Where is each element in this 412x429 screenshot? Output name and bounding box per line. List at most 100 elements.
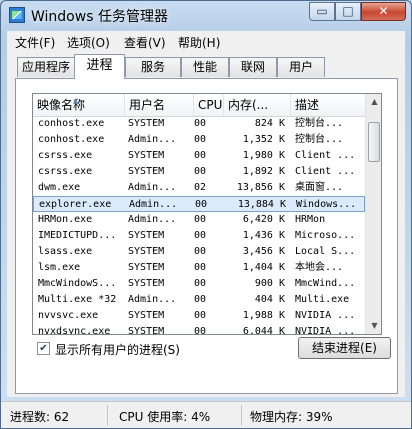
- cell-description: Client ...: [295, 166, 356, 177]
- cell-user-name: Admin...: [128, 294, 177, 305]
- cell-cpu: 00: [194, 134, 207, 145]
- table-row[interactable]: csrss.exe SYSTEM 00 1,892 K Client ...: [33, 164, 365, 180]
- status-divider: [107, 405, 108, 425]
- cell-user-name: SYSTEM: [128, 230, 165, 241]
- cell-memory: 3,456 K: [242, 246, 285, 257]
- task-manager-icon: [9, 7, 25, 23]
- show-all-processes-checkbox[interactable]: ✔: [37, 342, 50, 355]
- table-row[interactable]: conhost.exe Admin... 00 1,352 K 控制台...: [33, 132, 365, 148]
- cell-memory: 1,436 K: [242, 230, 285, 241]
- table-row[interactable]: dwm.exe Admin... 02 13,856 K 桌面窗...: [33, 180, 365, 196]
- cell-memory: 6,420 K: [242, 214, 285, 225]
- cell-image-name: lsm.exe: [38, 262, 81, 273]
- tab-applications[interactable]: 应用程序: [17, 57, 75, 77]
- cell-image-name: lsass.exe: [38, 246, 93, 257]
- cell-cpu: 00: [195, 199, 208, 210]
- tab-performance[interactable]: 性能: [181, 57, 229, 77]
- maximize-button[interactable]: □: [335, 2, 361, 21]
- cell-memory: 900 K: [254, 278, 285, 289]
- table-row[interactable]: conhost.exe SYSTEM 00 824 K 控制台...: [33, 116, 365, 132]
- menu-file[interactable]: 文件(F): [15, 34, 55, 51]
- cell-user-name: SYSTEM: [128, 262, 165, 273]
- status-divider: [241, 405, 242, 425]
- cell-image-name: nvxdsync.exe: [38, 326, 111, 335]
- process-list[interactable]: 映像名称 ▲ 用户名 CPU 内存(... 描述 conhost.exe SYST…: [32, 93, 382, 335]
- cell-user-name: Admin...: [128, 134, 177, 145]
- scroll-up-icon[interactable]: ▲: [367, 94, 381, 110]
- table-row[interactable]: csrss.exe SYSTEM 00 1,980 K Client ...: [33, 148, 365, 164]
- cell-image-name: explorer.exe: [39, 199, 112, 210]
- cell-memory: 1,988 K: [242, 310, 285, 321]
- cell-description: Windows...: [296, 199, 357, 210]
- tab-networking[interactable]: 联网: [229, 57, 277, 77]
- table-row[interactable]: IMEDICTUPD... SYSTEM 00 1,436 K Microso...: [33, 228, 365, 244]
- cell-memory: 1,892 K: [242, 166, 285, 177]
- column-memory[interactable]: 内存(...: [224, 94, 291, 116]
- cell-description: Multi.exe: [295, 294, 350, 305]
- cell-image-name: conhost.exe: [38, 118, 105, 129]
- cell-user-name: Admin...: [129, 199, 178, 210]
- cell-cpu: 00: [194, 326, 207, 335]
- cell-image-name: csrss.exe: [38, 166, 93, 177]
- show-all-processes-label[interactable]: 显示所有用户的进程(S): [55, 341, 180, 358]
- cell-cpu: 02: [194, 182, 207, 193]
- table-row[interactable]: HRMon.exe Admin... 00 6,420 K HRMon: [33, 212, 365, 228]
- cell-memory: 824 K: [254, 118, 285, 129]
- cell-user-name: SYSTEM: [128, 150, 165, 161]
- title-bar[interactable]: Windows 任务管理器 ▭ □ ✕: [1, 1, 411, 31]
- table-row[interactable]: Multi.exe *32 Admin... 00 404 K Multi.exe: [33, 292, 365, 308]
- end-process-button[interactable]: 结束进程(E): [298, 337, 391, 359]
- cell-image-name: nvvsvc.exe: [38, 310, 99, 321]
- processes-panel: 映像名称 ▲ 用户名 CPU 内存(... 描述 conhost.exe SYST…: [15, 78, 398, 394]
- cell-image-name: csrss.exe: [38, 150, 93, 161]
- checkmark-icon: ✔: [39, 343, 48, 354]
- vertical-scrollbar[interactable]: ▲ ▼: [365, 94, 381, 334]
- cell-image-name: conhost.exe: [38, 134, 105, 145]
- cell-memory: 13,856 K: [236, 182, 285, 193]
- column-image-name[interactable]: 映像名称 ▲: [33, 94, 125, 116]
- cell-description: HRMon: [295, 214, 326, 225]
- column-description[interactable]: 描述: [291, 94, 365, 116]
- cell-image-name: MmcWindowS...: [38, 278, 117, 289]
- cell-description: 控制台...: [295, 118, 344, 129]
- close-button[interactable]: ✕: [361, 2, 406, 21]
- cell-cpu: 00: [194, 294, 207, 305]
- status-process-count: 进程数: 62: [10, 410, 70, 424]
- table-row[interactable]: explorer.exe Admin... 00 13,884 K Windows...: [33, 196, 365, 212]
- cell-cpu: 00: [194, 262, 207, 273]
- column-cpu[interactable]: CPU: [194, 94, 224, 116]
- scroll-thumb[interactable]: [368, 122, 380, 162]
- minimize-button[interactable]: ▭: [309, 2, 335, 21]
- cell-user-name: SYSTEM: [128, 246, 165, 257]
- cell-cpu: 00: [194, 118, 207, 129]
- table-row[interactable]: nvxdsync.exe SYSTEM 00 6,044 K NVIDIA ...: [33, 324, 365, 335]
- sort-ascending-icon: ▲: [73, 97, 79, 105]
- cell-user-name: SYSTEM: [128, 166, 165, 177]
- cell-cpu: 00: [194, 214, 207, 225]
- maximize-icon: □: [342, 4, 354, 18]
- menu-help[interactable]: 帮助(H): [178, 34, 220, 51]
- client-area: 应用程序 进程 服务 性能 联网 用户 映像名称 ▲ 用户名 CPU 内存(..…: [7, 51, 405, 397]
- cell-user-name: Admin...: [128, 214, 177, 225]
- scroll-down-icon[interactable]: ▼: [367, 318, 381, 334]
- status-cpu-usage: CPU 使用率: 4%: [119, 410, 211, 424]
- cell-image-name: Multi.exe *32: [38, 294, 117, 305]
- cell-description: Microso...: [295, 230, 356, 241]
- cell-user-name: SYSTEM: [128, 326, 165, 335]
- menu-view[interactable]: 查看(V): [124, 34, 166, 51]
- tab-users[interactable]: 用户: [277, 57, 325, 77]
- tab-processes[interactable]: 进程: [74, 54, 125, 79]
- menu-options[interactable]: 选项(O): [67, 34, 110, 51]
- cell-cpu: 00: [194, 150, 207, 161]
- cell-description: Client ...: [295, 150, 356, 161]
- cell-image-name: dwm.exe: [38, 182, 81, 193]
- list-header: 映像名称 ▲ 用户名 CPU 内存(... 描述: [33, 94, 365, 117]
- cell-user-name: SYSTEM: [128, 310, 165, 321]
- cell-description: 本地会...: [295, 262, 344, 273]
- table-row[interactable]: MmcWindowS... SYSTEM 00 900 K MmcWind...: [33, 276, 365, 292]
- tab-services[interactable]: 服务: [125, 57, 181, 77]
- table-row[interactable]: lsass.exe SYSTEM 00 3,456 K Local S...: [33, 244, 365, 260]
- table-row[interactable]: nvvsvc.exe SYSTEM 00 1,988 K NVIDIA ...: [33, 308, 365, 324]
- column-user-name[interactable]: 用户名: [125, 94, 194, 116]
- table-row[interactable]: lsm.exe SYSTEM 00 1,404 K 本地会...: [33, 260, 365, 276]
